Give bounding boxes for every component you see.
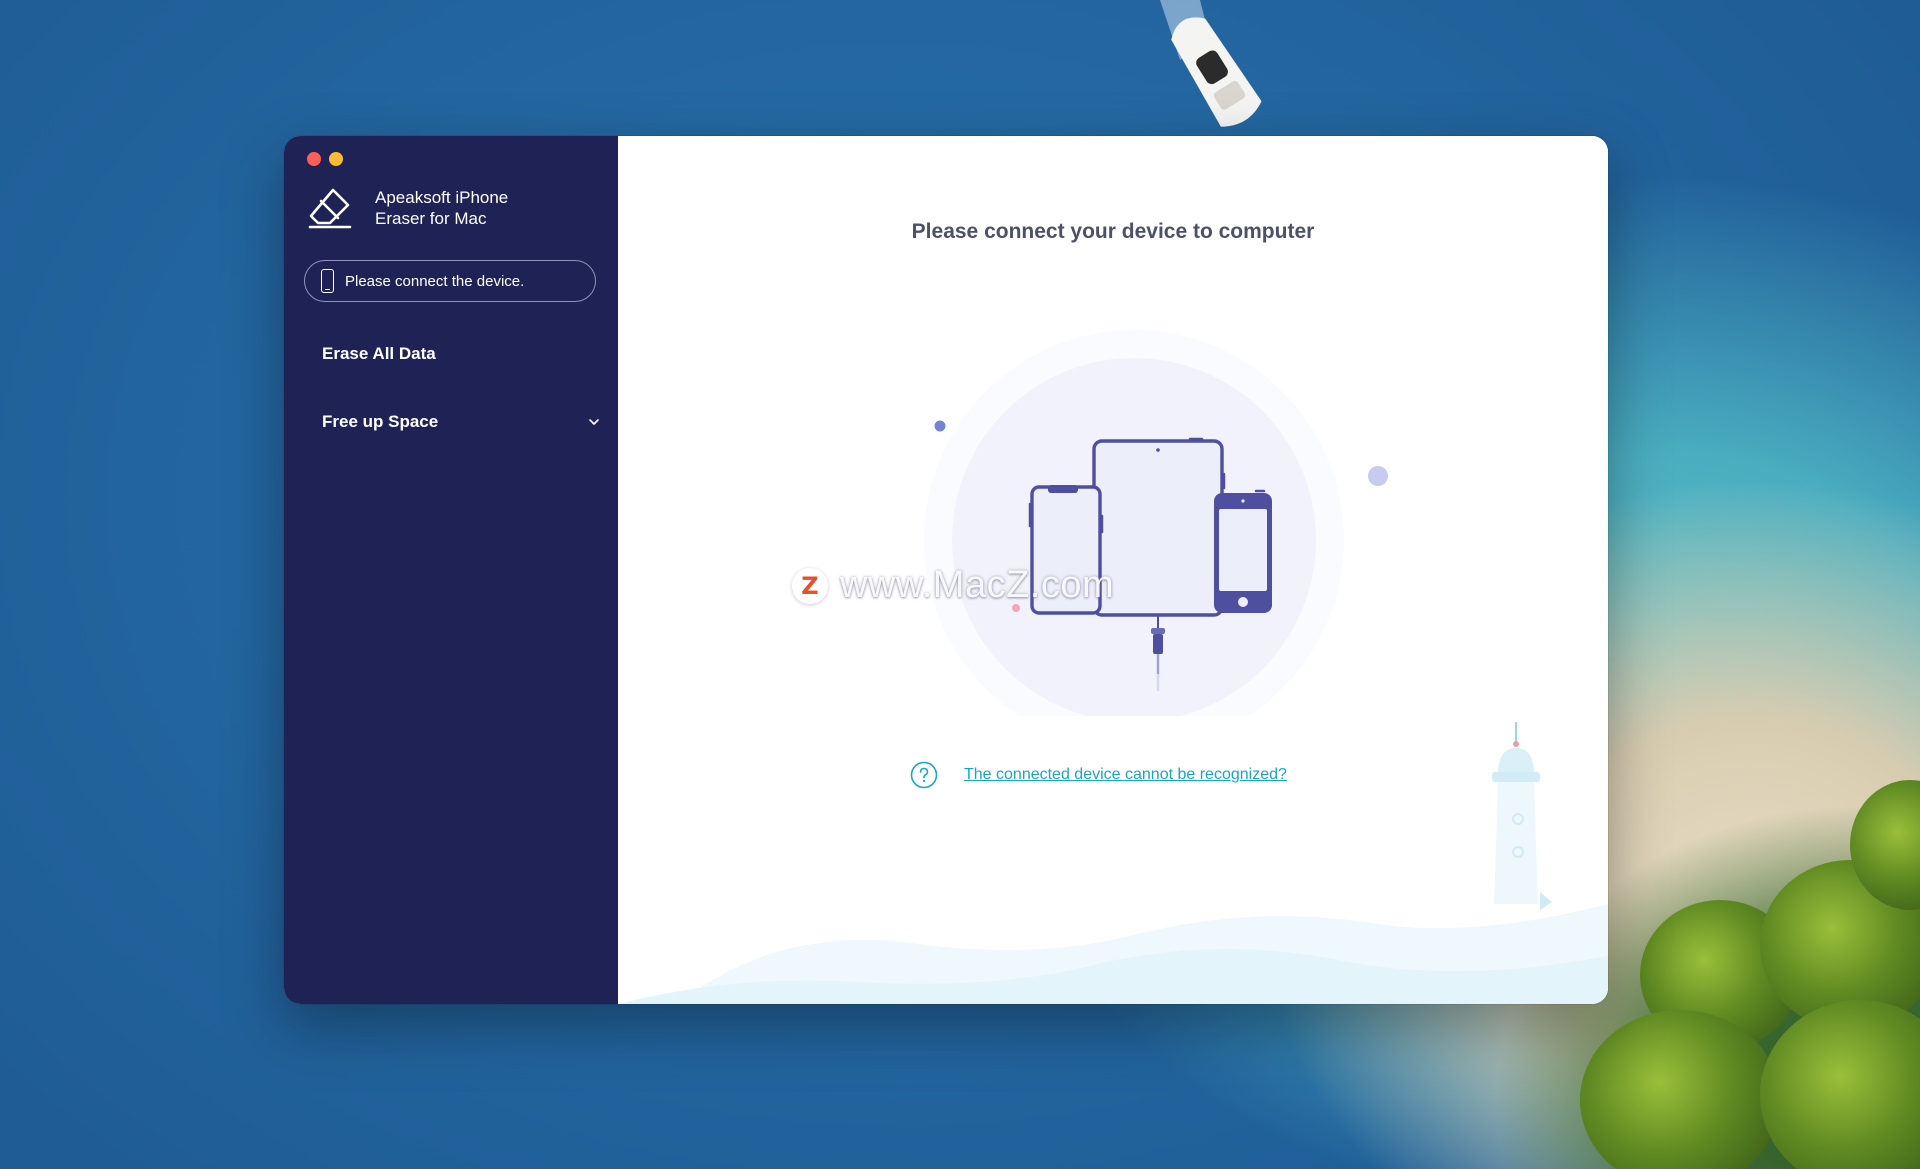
minimize-window-button[interactable] — [329, 152, 343, 166]
sidebar-item-erase-all-data[interactable]: Erase All Data — [322, 344, 436, 364]
page-title: Please connect your device to computer — [911, 220, 1315, 243]
tree-decoration — [1760, 1000, 1920, 1169]
chevron-down-icon[interactable] — [588, 416, 600, 428]
eraser-icon — [308, 188, 352, 229]
question-circle-icon[interactable] — [910, 761, 938, 789]
app-name: Apeaksoft iPhone Eraser for Mac — [375, 188, 509, 228]
sidebar: Apeaksoft iPhone Eraser for Mac Please c… — [284, 136, 618, 1004]
main-panel: Please connect your device to computer Z… — [618, 136, 1608, 1004]
boat-decoration — [1160, 0, 1262, 127]
window-controls — [307, 152, 343, 166]
help-row: The connected device cannot be recognize… — [910, 761, 1287, 789]
device-status-button[interactable]: Please connect the device. — [304, 260, 596, 302]
close-window-button[interactable] — [307, 152, 321, 166]
devices-illustration — [924, 330, 1388, 716]
app-brand: Apeaksoft iPhone Eraser for Mac — [306, 186, 545, 230]
sidebar-item-label: Erase All Data — [322, 344, 436, 363]
sidebar-item-label: Free up Space — [322, 412, 439, 431]
waves-decoration — [618, 904, 1608, 1004]
lighthouse-decoration — [1492, 722, 1552, 910]
app-window: Apeaksoft iPhone Eraser for Mac Please c… — [284, 136, 1608, 1004]
sidebar-item-free-up-space[interactable]: Free up Space — [322, 412, 600, 432]
phone-icon — [321, 269, 334, 293]
device-status-label: Please connect the device. — [345, 272, 525, 290]
device-not-recognized-link[interactable]: The connected device cannot be recognize… — [964, 766, 1287, 784]
